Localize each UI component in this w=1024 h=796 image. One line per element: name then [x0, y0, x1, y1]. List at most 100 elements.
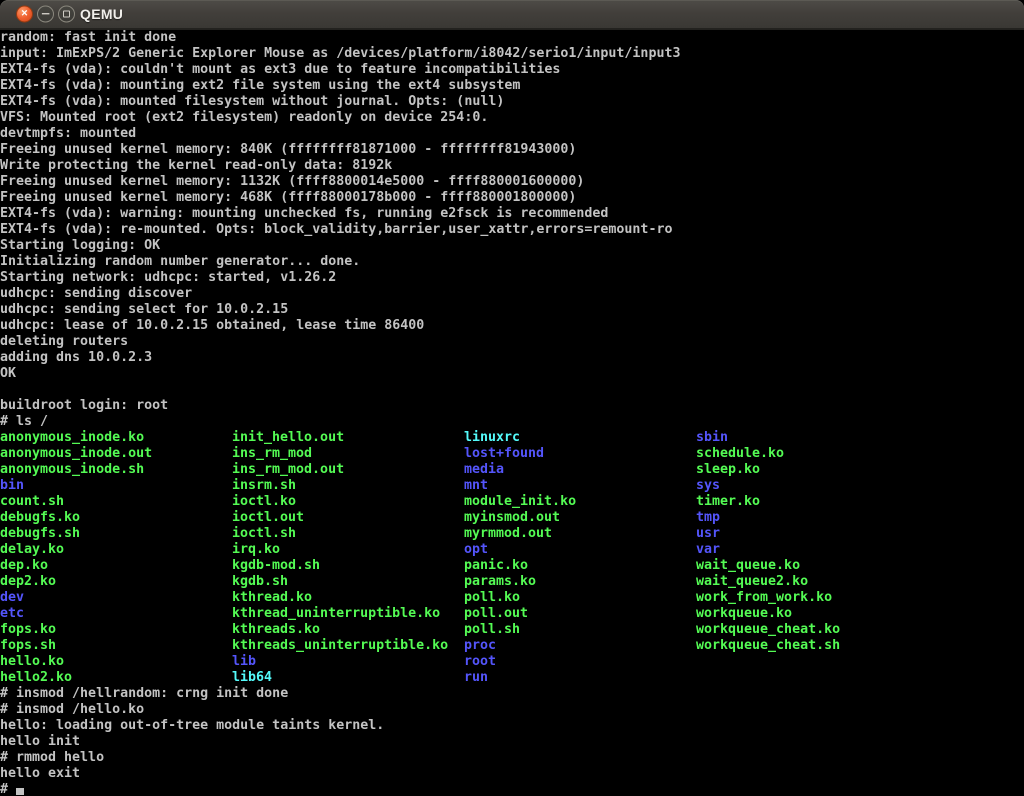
ls-entry: wait_queue2.ko — [696, 574, 928, 590]
ls-entry: ins_rm_mod.out — [232, 462, 464, 478]
ls-entry: etc — [0, 606, 232, 622]
terminal-line: hello: loading out-of-tree module taints… — [0, 718, 1024, 734]
terminal-text: EXT4-fs (vda): mounted filesystem withou… — [0, 94, 504, 109]
ls-entry: kthreads.ko — [232, 622, 464, 638]
ls-entry: kthread_uninterruptible.ko — [232, 606, 464, 622]
terminal-line: buildroot login: root — [0, 398, 1024, 414]
maximize-button[interactable] — [58, 6, 75, 23]
ls-output-row: dep2.kokgdb.shparams.kowait_queue2.ko — [0, 574, 1024, 590]
ls-entry: ioctl.sh — [232, 526, 464, 542]
ls-output-row: etckthread_uninterruptible.kopoll.outwor… — [0, 606, 1024, 622]
ls-entry: debugfs.ko — [0, 510, 232, 526]
terminal-line: # insmod /hellrandom: crng init done — [0, 686, 1024, 702]
minimize-button[interactable]: − — [37, 6, 54, 23]
terminal-line: Freeing unused kernel memory: 840K (ffff… — [0, 142, 1024, 158]
terminal-line: EXT4-fs (vda): couldn't mount as ext3 du… — [0, 62, 1024, 78]
ls-entry: poll.sh — [464, 622, 696, 638]
terminal-text: udhcpc: sending select for 10.0.2.15 — [0, 302, 288, 317]
ls-output-row: fops.shkthreads_uninterruptible.koprocwo… — [0, 638, 1024, 654]
ls-entry: count.sh — [0, 494, 232, 510]
ls-entry: irq.ko — [232, 542, 464, 558]
ls-entry: lost+found — [464, 446, 696, 462]
terminal-line: Initializing random number generator... … — [0, 254, 1024, 270]
terminal-text: buildroot login: root — [0, 398, 168, 413]
terminal-line: Starting logging: OK — [0, 238, 1024, 254]
ls-entry: myinsmod.out — [464, 510, 696, 526]
ls-entry: debugfs.sh — [0, 526, 232, 542]
close-icon: × — [21, 8, 27, 19]
terminal-text: devtmpfs: mounted — [0, 126, 136, 141]
ls-entry: usr — [696, 526, 928, 542]
terminal-text: hello init — [0, 734, 80, 749]
terminal-text: Freeing unused kernel memory: 468K (ffff… — [0, 190, 576, 205]
ls-output-row: bininsrm.shmntsys — [0, 478, 1024, 494]
terminal-text: # rmmod hello — [0, 750, 104, 765]
ls-entry: ioctl.ko — [232, 494, 464, 510]
ls-entry: anonymous_inode.ko — [0, 430, 232, 446]
ls-output-row: anonymous_inode.koinit_hello.outlinuxrcs… — [0, 430, 1024, 446]
ls-entry: lib — [232, 654, 464, 670]
ls-output-row: debugfs.koioctl.outmyinsmod.outtmp — [0, 510, 1024, 526]
terminal-text: # ls / — [0, 414, 48, 429]
ls-entry: module_init.ko — [464, 494, 696, 510]
window-title: QEMU — [80, 0, 123, 28]
ls-output-row: delay.koirq.kooptvar — [0, 542, 1024, 558]
ls-entry: hello.ko — [0, 654, 232, 670]
ls-entry: ioctl.out — [232, 510, 464, 526]
terminal-line: Freeing unused kernel memory: 1132K (fff… — [0, 174, 1024, 190]
ls-output-row: anonymous_inode.shins_rm_mod.outmediasle… — [0, 462, 1024, 478]
ls-output-row: anonymous_inode.outins_rm_modlost+founds… — [0, 446, 1024, 462]
terminal-text: udhcpc: lease of 10.0.2.15 obtained, lea… — [0, 318, 424, 333]
terminal-line: VFS: Mounted root (ext2 filesystem) read… — [0, 110, 1024, 126]
terminal-text: deleting routers — [0, 334, 128, 349]
terminal-line: OK — [0, 366, 1024, 382]
ls-entry: media — [464, 462, 696, 478]
terminal-text: EXT4-fs (vda): mounting ext2 file system… — [0, 78, 520, 93]
terminal-line: EXT4-fs (vda): re-mounted. Opts: block_v… — [0, 222, 1024, 238]
terminal-line: random: fast init done — [0, 30, 1024, 46]
ls-entry: kthreads_uninterruptible.ko — [232, 638, 464, 654]
terminal-screen[interactable]: random: fast init doneinput: ImExPS/2 Ge… — [0, 30, 1024, 796]
terminal-text: input: ImExPS/2 Generic Explorer Mouse a… — [0, 46, 680, 61]
terminal-line: Write protecting the kernel read-only da… — [0, 158, 1024, 174]
terminal-text: udhcpc: sending discover — [0, 286, 192, 301]
ls-entry: var — [696, 542, 928, 558]
ls-entry: workqueue_cheat.ko — [696, 622, 928, 638]
ls-entry: proc — [464, 638, 696, 654]
ls-entry: dep2.ko — [0, 574, 232, 590]
maximize-icon — [63, 10, 70, 17]
ls-output-row: debugfs.shioctl.shmyrmmod.outusr — [0, 526, 1024, 542]
terminal-line: devtmpfs: mounted — [0, 126, 1024, 142]
terminal-line: deleting routers — [0, 334, 1024, 350]
ls-entry: work_from_work.ko — [696, 590, 928, 606]
ls-entry: workqueue.ko — [696, 606, 928, 622]
terminal-text: random: fast init done — [0, 30, 176, 45]
terminal-text: # insmod /hello.ko — [0, 702, 144, 717]
ls-entry: bin — [0, 478, 232, 494]
ls-output-row: hello2.kolib64run — [0, 670, 1024, 686]
ls-entry: ins_rm_mod — [232, 446, 464, 462]
ls-entry: kgdb.sh — [232, 574, 464, 590]
terminal-text: Write protecting the kernel read-only da… — [0, 158, 392, 173]
ls-entry: kgdb-mod.sh — [232, 558, 464, 574]
terminal-line: # — [0, 782, 1024, 796]
terminal-line: # ls / — [0, 414, 1024, 430]
ls-entry: myrmmod.out — [464, 526, 696, 542]
terminal-text: hello: loading out-of-tree module taints… — [0, 718, 384, 733]
ls-entry: poll.out — [464, 606, 696, 622]
ls-entry: hello2.ko — [0, 670, 232, 686]
terminal-line: udhcpc: lease of 10.0.2.15 obtained, lea… — [0, 318, 1024, 334]
terminal-line: # rmmod hello — [0, 750, 1024, 766]
terminal-text: Initializing random number generator... … — [0, 254, 360, 269]
close-button[interactable]: × — [16, 6, 33, 23]
ls-entry: mnt — [464, 478, 696, 494]
terminal-text: Starting logging: OK — [0, 238, 160, 253]
ls-entry: sys — [696, 478, 928, 494]
window-titlebar: × − QEMU — [0, 0, 1024, 30]
ls-entry: dep.ko — [0, 558, 232, 574]
ls-entry: timer.ko — [696, 494, 928, 510]
terminal-line: hello init — [0, 734, 1024, 750]
ls-entry: fops.ko — [0, 622, 232, 638]
minimize-icon: − — [40, 8, 50, 20]
ls-entry: sbin — [696, 430, 928, 446]
